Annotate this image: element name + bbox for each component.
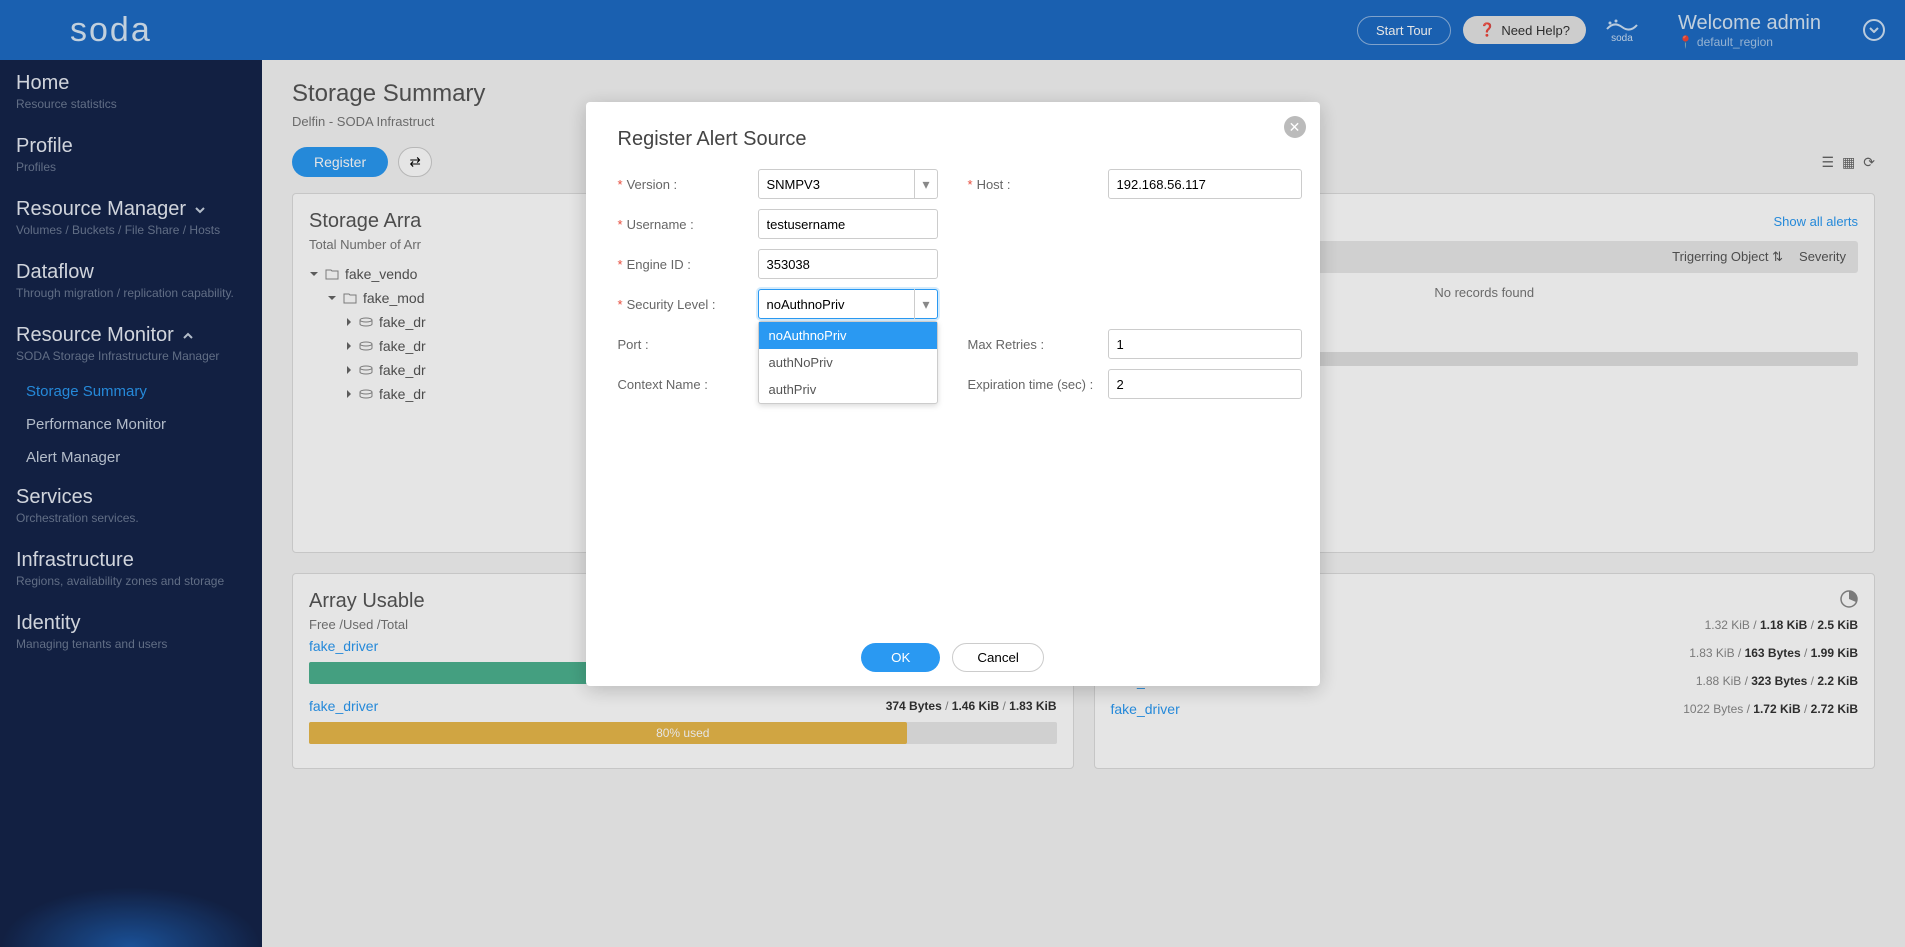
security-level-dropdown: noAuthnoPriv authNoPriv authPriv [758,321,938,404]
engine-id-input[interactable] [758,249,938,279]
chevron-down-icon[interactable]: ▾ [914,289,938,319]
version-select[interactable]: ▾ [758,169,938,199]
expiration-input[interactable] [1108,369,1302,399]
username-input[interactable] [758,209,938,239]
close-icon: ✕ [1289,119,1301,136]
dropdown-option[interactable]: noAuthnoPriv [759,322,937,349]
host-input[interactable] [1108,169,1302,199]
modal-title: Register Alert Source [586,102,1320,169]
modal-overlay[interactable]: ✕ Register Alert Source *Version : ▾ *Ho… [0,0,1905,947]
modal-close-button[interactable]: ✕ [1284,116,1306,138]
security-level-input[interactable] [758,289,938,319]
dropdown-option[interactable]: authNoPriv [759,349,937,376]
chevron-down-icon[interactable]: ▾ [914,169,938,199]
security-level-select[interactable]: ▾ noAuthnoPriv authNoPriv authPriv [758,289,938,319]
dropdown-option[interactable]: authPriv [759,376,937,403]
max-retries-input[interactable] [1108,329,1302,359]
version-input[interactable] [758,169,938,199]
register-alert-source-modal: ✕ Register Alert Source *Version : ▾ *Ho… [586,102,1320,686]
ok-button[interactable]: OK [861,643,940,672]
cancel-button[interactable]: Cancel [952,643,1044,672]
